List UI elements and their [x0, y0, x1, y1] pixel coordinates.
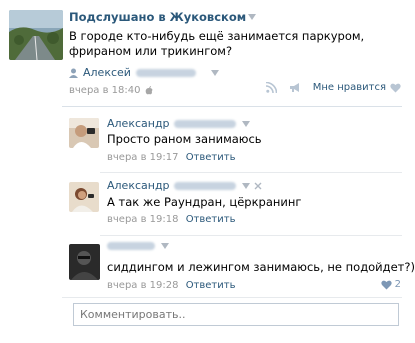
comment-time[interactable]: вчера в 19:17	[107, 152, 179, 163]
comment-text: Просто раном занимаюсь	[107, 132, 262, 146]
caret-down-icon[interactable]	[248, 14, 257, 20]
caret-down-icon[interactable]	[241, 120, 250, 127]
comment-likes-count: 2	[394, 279, 401, 290]
heart-icon[interactable]	[380, 280, 392, 290]
comment-input-placeholder: Комментировать..	[80, 308, 186, 321]
signer-surname-blurred	[135, 68, 196, 77]
post-signer[interactable]: Алексей	[69, 66, 219, 79]
post-actions: Мне нравится	[265, 82, 401, 93]
comment-avatar[interactable]	[69, 118, 99, 148]
caret-down-icon[interactable]	[241, 182, 250, 189]
comment-meta: вчера в 19:18 Ответить	[107, 214, 235, 225]
reply-link[interactable]: Ответить	[186, 152, 236, 163]
like-label[interactable]: Мне нравится	[313, 82, 386, 93]
comment-author-name[interactable]: Александр	[107, 179, 170, 192]
comment-likes[interactable]: 2	[380, 279, 401, 290]
comment-time[interactable]: вчера в 19:28	[107, 280, 179, 291]
divider	[62, 106, 402, 107]
divider	[100, 172, 402, 173]
divider	[100, 235, 402, 236]
reply-link[interactable]: Ответить	[186, 280, 236, 291]
group-name-link[interactable]: Подслушано в Жуковском	[69, 10, 257, 24]
apple-icon	[145, 86, 152, 95]
group-avatar[interactable]	[9, 10, 63, 60]
heart-icon[interactable]	[390, 83, 401, 93]
comment-meta: вчера в 19:28 Ответить	[107, 280, 235, 291]
comment-author[interactable]: Александр	[107, 117, 250, 130]
group-name[interactable]: Подслушано в Жуковском	[69, 10, 246, 24]
person-icon	[69, 68, 78, 78]
caret-down-icon[interactable]	[210, 69, 219, 76]
comment-author-surname-blurred	[173, 181, 236, 190]
comment-meta: вчера в 19:17 Ответить	[107, 152, 235, 163]
divider	[62, 297, 402, 298]
like-button[interactable]: Мне нравится	[313, 82, 401, 93]
comment-author-name[interactable]: Александр	[107, 117, 170, 130]
comment-input[interactable]: Комментировать..	[73, 303, 399, 326]
comment-avatar[interactable]	[69, 182, 99, 212]
close-icon[interactable]	[254, 182, 262, 190]
comment-avatar[interactable]	[69, 244, 100, 280]
reply-link[interactable]: Ответить	[186, 214, 236, 225]
megaphone-icon[interactable]	[289, 82, 301, 93]
caret-down-icon[interactable]	[161, 243, 169, 249]
comment-author-surname-blurred	[173, 119, 236, 128]
signer-name[interactable]: Алексей	[83, 66, 131, 79]
rss-icon[interactable]	[265, 82, 277, 93]
comment-author-name-blurred	[107, 242, 155, 250]
post-text: В городе кто-нибудь ещё занимается парку…	[69, 29, 365, 58]
post-meta: вчера в 18:40	[69, 85, 153, 96]
comment-text: А так же Раундран, цёркранинг	[107, 195, 302, 209]
comment-text: сиддингом и лежингом занимаюсь, не подой…	[107, 260, 415, 274]
post-time[interactable]: вчера в 18:40	[69, 85, 141, 96]
comment-author[interactable]: Александр	[107, 179, 262, 192]
comment-author[interactable]	[107, 242, 169, 250]
comment-time[interactable]: вчера в 19:18	[107, 214, 179, 225]
